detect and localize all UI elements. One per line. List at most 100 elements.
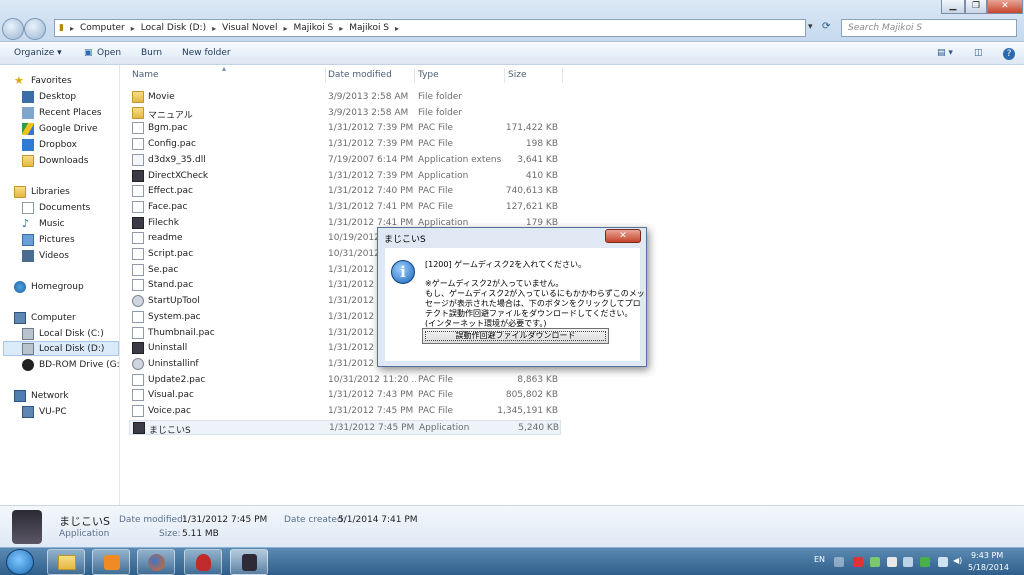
show-hidden-icons-icon[interactable] [834, 557, 844, 567]
nav-label: Google Drive [39, 123, 98, 134]
details-pane: まじこいS Application Date modified: 1/31/20… [0, 505, 1024, 547]
nav-label: Music [39, 218, 65, 229]
nav-item-google-drive[interactable]: Google Drive [22, 121, 98, 136]
tray-app-icon[interactable] [903, 557, 913, 567]
open-icon: ▣ [84, 48, 93, 58]
pictures-icon [22, 233, 34, 246]
column-divider[interactable] [562, 68, 563, 83]
search-input[interactable]: Search Majikoi S [841, 19, 1017, 37]
open-button[interactable]: Open [97, 48, 121, 58]
column-divider[interactable] [504, 68, 505, 83]
nav-item-local-disk-d[interactable]: Local Disk (D:) [3, 341, 119, 356]
chevron-down-icon[interactable]: ▾ [808, 22, 813, 32]
nav-homegroup[interactable]: Homegroup [14, 279, 84, 294]
file-row[interactable]: Visual.pac 1/31/2012 7:43 PM PAC File 805,8… [129, 388, 561, 403]
address-bar[interactable]: ▮ ▸ Computer ▸ Local Disk (D:) ▸ Visual … [54, 19, 806, 37]
nav-label: Pictures [39, 234, 75, 245]
file-row[interactable]: Effect.pac 1/31/2012 7:40 PM PAC File 740,6… [129, 184, 561, 199]
navigation-pane: ★ Favorites Desktop Recent Places Google… [0, 65, 120, 505]
help-icon[interactable]: ? [1003, 48, 1015, 60]
file-size: 8,863 KB [517, 374, 558, 385]
download-fix-button[interactable]: 誤動作回避ファイルダウンロード [422, 328, 609, 344]
column-header-size[interactable]: Size [508, 70, 526, 80]
network-tray-icon[interactable] [938, 557, 948, 567]
nav-item-vu-pc[interactable]: VU-PC [22, 404, 67, 419]
refresh-icon[interactable]: ⟳ [822, 21, 830, 32]
column-header-name[interactable]: Name [132, 70, 159, 80]
google-drive-tray-icon[interactable] [920, 557, 930, 567]
nav-item-music[interactable]: ♪ Music [22, 216, 65, 231]
back-button[interactable] [2, 18, 24, 40]
start-button[interactable] [6, 549, 34, 575]
taskbar-media-player[interactable] [92, 549, 130, 575]
file-row[interactable]: Update2.pac 10/31/2012 11:20 ... PAC File 8… [129, 373, 561, 388]
forward-button[interactable] [24, 18, 46, 40]
file-date: 1/31/2012 7:41 PM [328, 201, 414, 212]
minimize-button[interactable]: ▁ [941, 0, 965, 14]
preview-pane-icon[interactable]: ◫ [974, 48, 983, 58]
chevron-right-icon: ▸ [130, 23, 135, 33]
nav-item-downloads[interactable]: Downloads [22, 153, 88, 168]
tray-app-icon[interactable] [887, 557, 897, 567]
file-row[interactable]: Face.pac 1/31/2012 7:41 PM PAC File 127,621… [129, 200, 561, 215]
nav-network[interactable]: Network [14, 388, 69, 403]
nav-item-videos[interactable]: Videos [22, 248, 69, 263]
nav-label: VU-PC [39, 406, 67, 417]
nav-item-dropbox[interactable]: Dropbox [22, 137, 77, 152]
tray-app-icon[interactable] [870, 557, 880, 567]
file-row[interactable]: まじこいS 1/31/2012 7:45 PM Application 5,240 K… [129, 419, 561, 436]
file-name: マニュアル [148, 110, 193, 121]
file-name: Script.pac [148, 249, 194, 259]
nav-item-bd-rom-drive[interactable]: BD-ROM Drive (G:) V [22, 357, 119, 372]
file-row[interactable]: DirectXCheck 1/31/2012 7:39 PM Application… [129, 169, 561, 184]
file-name: StartUpTool [148, 296, 200, 307]
file-row[interactable]: マニュアル 3/9/2013 2:58 AM File folder [129, 106, 561, 121]
nav-item-local-disk-c[interactable]: Local Disk (C:) [22, 326, 104, 341]
app-icon [132, 342, 144, 355]
volume-icon[interactable]: ◀) [953, 556, 962, 565]
organize-button[interactable]: Organize ▾ [14, 48, 62, 58]
google-drive-icon [22, 122, 34, 135]
burn-button[interactable]: Burn [141, 48, 162, 58]
breadcrumb-majikoi-s[interactable]: Majikoi S [349, 23, 389, 33]
clock-date[interactable]: 5/18/2014 [968, 563, 1009, 572]
column-header-type[interactable]: Type [418, 70, 439, 80]
folder-icon [132, 91, 144, 103]
action-center-icon[interactable] [853, 557, 863, 567]
breadcrumb-visual-novel[interactable]: Visual Novel [222, 23, 277, 33]
nav-item-recent-places[interactable]: Recent Places [22, 105, 102, 120]
file-row[interactable]: Movie 3/9/2013 2:58 AM File folder [129, 90, 561, 105]
view-options-icon[interactable]: ▤ ▾ [937, 48, 953, 58]
column-header-date[interactable]: Date modified [328, 70, 392, 80]
file-row[interactable]: Config.pac 1/31/2012 7:39 PM PAC File 198 K… [129, 137, 561, 152]
nav-favorites[interactable]: ★ Favorites [14, 73, 72, 88]
taskbar-majikoi[interactable] [230, 549, 268, 575]
maximize-button[interactable]: ❐ [965, 0, 987, 14]
file-name: Config.pac [148, 139, 196, 150]
language-indicator[interactable]: EN [814, 555, 825, 564]
nav-item-documents[interactable]: Documents [22, 200, 90, 215]
breadcrumb-local-disk[interactable]: Local Disk (D:) [141, 23, 206, 33]
close-button[interactable]: ✕ [987, 0, 1023, 14]
new-folder-button[interactable]: New folder [182, 48, 231, 58]
column-divider[interactable] [325, 68, 326, 83]
breadcrumb-majikoi-s-parent[interactable]: Majikoi S [293, 23, 333, 33]
taskbar-explorer[interactable] [47, 549, 85, 575]
file-row[interactable]: d3dx9_35.dll 7/19/2007 6:14 PM Application… [129, 153, 561, 168]
network-icon [14, 389, 26, 402]
file-date: 1/31/2012 7:45 PM [328, 406, 414, 416]
nav-computer[interactable]: Computer [14, 310, 76, 325]
taskbar-app-red[interactable] [184, 549, 222, 575]
nav-item-desktop[interactable]: Desktop [22, 89, 76, 104]
taskbar-firefox[interactable] [137, 549, 175, 575]
column-divider[interactable] [414, 68, 415, 83]
file-row[interactable]: Bgm.pac 1/31/2012 7:39 PM PAC File 171,422 … [129, 121, 561, 136]
file-name: Visual.pac [148, 390, 194, 401]
clock-time[interactable]: 9:43 PM [971, 551, 1003, 560]
file-row[interactable]: Voice.pac 1/31/2012 7:45 PM PAC File 1,345,… [129, 404, 561, 419]
breadcrumb-computer[interactable]: Computer [80, 23, 125, 33]
nav-label: Recent Places [39, 107, 102, 118]
nav-libraries[interactable]: Libraries [14, 184, 70, 199]
nav-item-pictures[interactable]: Pictures [22, 232, 75, 247]
dialog-close-button[interactable]: ✕ [605, 229, 641, 243]
